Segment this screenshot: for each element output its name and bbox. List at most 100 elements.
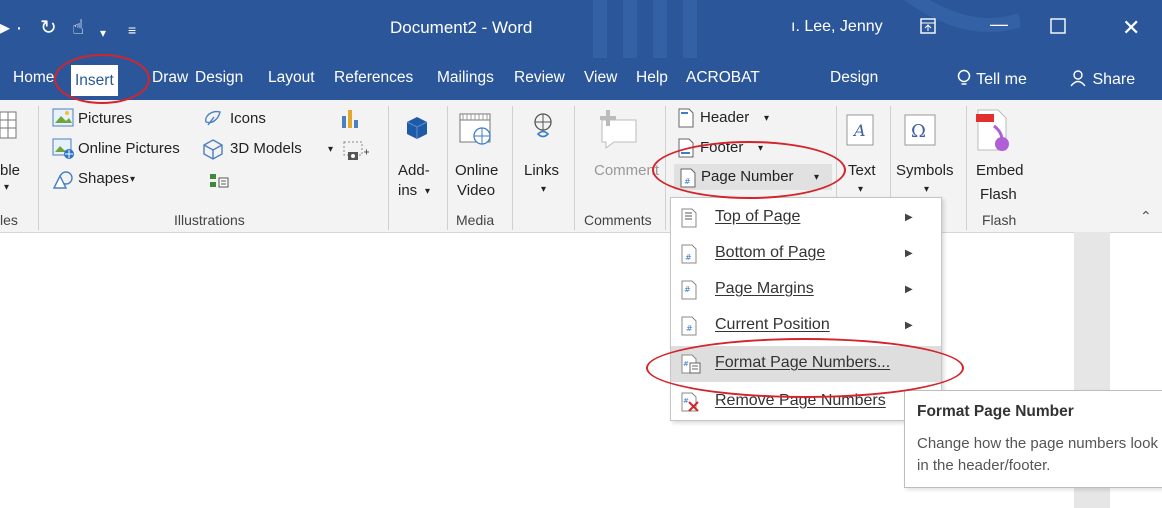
page-margins-icon: # <box>681 280 697 300</box>
qat-more-icon[interactable]: ▸ · <box>0 17 22 39</box>
pictures-button[interactable]: Pictures <box>78 110 132 127</box>
menu-item-bottom-of-page[interactable]: # Bottom of Page ▶ <box>671 236 941 272</box>
menu-item-label: Current Position <box>715 316 830 333</box>
tab-home[interactable]: Home <box>13 69 54 87</box>
chart-icon[interactable] <box>340 108 360 130</box>
tab-references[interactable]: References <box>334 69 413 87</box>
redo-icon[interactable]: ↻ <box>40 17 57 39</box>
svg-text:#: # <box>683 360 689 368</box>
title-bar: ▸ · ↻ ☝ ▾ ≡ Document2 - Word ı. Lee, Jen… <box>0 0 1162 58</box>
smartart-icon[interactable] <box>208 172 230 190</box>
tab-design-contextual[interactable]: Design <box>830 69 878 87</box>
menu-item-page-margins[interactable]: # Page Margins ▶ <box>671 272 941 308</box>
user-name[interactable]: ı. Lee, Jenny <box>791 18 883 36</box>
footer-icon <box>678 138 694 158</box>
tab-mailings[interactable]: Mailings <box>437 69 494 87</box>
comments-group-label: Comments <box>584 212 652 228</box>
tab-draw[interactable]: Draw <box>152 69 188 87</box>
tab-review[interactable]: Review <box>514 69 565 87</box>
tooltip-title: Format Page Number <box>917 403 1074 420</box>
links-dropdown-icon[interactable]: ▾ <box>541 184 546 195</box>
shapes-dropdown-icon[interactable]: ▾ <box>130 174 135 185</box>
header-button[interactable]: Header <box>700 109 749 126</box>
separator <box>388 106 389 230</box>
tables-group-label: les <box>0 212 18 228</box>
3d-models-dropdown-icon[interactable]: ▾ <box>328 144 333 155</box>
tooltip: Format Page Number Change how the page n… <box>904 390 1162 488</box>
header-dropdown-icon[interactable]: ▾ <box>764 113 769 124</box>
links-button[interactable]: Links <box>524 162 559 179</box>
symbols-button[interactable]: Symbols <box>896 162 954 179</box>
format-page-numbers-icon: # <box>681 354 701 374</box>
ribbon-tabs: Home Draw Design Layout References Mailings Re… <box>0 58 1162 100</box>
tab-help[interactable]: Help <box>636 69 668 87</box>
addins-label-2[interactable]: ins <box>398 182 417 199</box>
collapse-ribbon-icon[interactable]: ⌃ <box>1140 208 1152 225</box>
tab-view[interactable]: View <box>584 69 617 87</box>
text-button[interactable]: Text <box>848 162 876 179</box>
svg-text:A: A <box>852 121 866 140</box>
svg-text:#: # <box>684 177 691 186</box>
ribbon-display-options-icon[interactable] <box>920 18 936 39</box>
tab-acrobat[interactable]: ACROBAT <box>686 69 760 87</box>
tab-design[interactable]: Design <box>195 69 243 87</box>
title-decoration <box>593 0 1020 58</box>
page-number-dropdown-icon: ▾ <box>814 172 820 183</box>
document-title: Document2 - Word <box>390 18 533 37</box>
shapes-button[interactable]: Shapes <box>78 170 129 187</box>
separator <box>38 106 39 230</box>
menu-item-format-page-numbers[interactable]: # Format Page Numbers... <box>671 346 941 382</box>
customize-qat-icon[interactable]: ≡ <box>128 19 136 41</box>
symbols-dropdown-icon[interactable]: ▾ <box>924 184 929 195</box>
page-number-menu: Top of Page ▶ # Bottom of Page ▶ # Page … <box>670 197 942 421</box>
bottom-of-page-icon: # <box>681 244 697 264</box>
flash-group-label: Flash <box>982 212 1017 228</box>
online-video-label-2[interactable]: Video <box>457 182 495 199</box>
tell-me[interactable]: Tell me <box>956 69 1027 89</box>
new-comment-icon <box>600 110 637 149</box>
table-dropdown-icon[interactable]: ▾ <box>4 182 9 193</box>
icons-icon <box>205 110 221 126</box>
icons-button[interactable]: Icons <box>230 110 266 127</box>
svg-text:#: # <box>685 253 692 262</box>
page-number-button[interactable]: # Page Number ▾ <box>674 164 832 190</box>
separator <box>966 106 967 230</box>
footer-button[interactable]: Footer <box>700 139 743 156</box>
media-group-label: Media <box>456 212 495 228</box>
share-label: Share <box>1092 71 1136 88</box>
online-pictures-button[interactable]: Online Pictures <box>78 140 180 157</box>
embed-flash-label-1[interactable]: Embed <box>976 162 1024 179</box>
3d-models-button[interactable]: 3D Models <box>230 140 302 157</box>
text-box-icon: A <box>846 114 874 146</box>
menu-item-label: Top of Page <box>715 208 801 225</box>
embed-flash-icon <box>976 109 1009 151</box>
page-number-label: Page Number <box>701 168 794 185</box>
page-number-icon: # <box>680 168 696 188</box>
online-video-label-1[interactable]: Online <box>455 162 498 179</box>
menu-item-current-position[interactable]: # Current Position ▶ <box>671 308 941 344</box>
close-icon[interactable]: ✕ <box>1122 15 1140 41</box>
separator <box>512 106 513 230</box>
addins-dropdown-icon[interactable]: ▾ <box>425 186 430 197</box>
links-icon <box>534 113 552 138</box>
tab-layout[interactable]: Layout <box>268 69 315 87</box>
touch-dropdown-icon[interactable]: ▾ <box>100 22 106 44</box>
table-icon[interactable] <box>0 110 18 142</box>
touch-mode-icon[interactable]: ☝ <box>72 17 84 39</box>
3d-models-icon <box>203 139 223 160</box>
submenu-arrow-icon: ▶ <box>905 212 913 223</box>
tab-insert[interactable]: Insert <box>71 65 118 96</box>
addins-label-1[interactable]: Add- <box>398 162 430 179</box>
comment-button[interactable]: Comment <box>594 162 659 179</box>
menu-item-top-of-page[interactable]: Top of Page ▶ <box>671 200 941 236</box>
pictures-icon <box>52 108 74 127</box>
text-dropdown-icon[interactable]: ▾ <box>858 184 863 195</box>
menu-item-remove-page-numbers[interactable]: # Remove Page Numbers <box>671 384 941 420</box>
screenshot-icon[interactable] <box>342 140 370 162</box>
embed-flash-label-2[interactable]: Flash <box>980 186 1017 203</box>
maximize-icon[interactable] <box>1050 18 1066 39</box>
footer-dropdown-icon[interactable]: ▾ <box>758 143 763 154</box>
table-button-label[interactable]: ble <box>0 162 20 179</box>
share-button[interactable]: Share <box>1070 69 1135 89</box>
minimize-icon[interactable]: — <box>990 14 1008 35</box>
